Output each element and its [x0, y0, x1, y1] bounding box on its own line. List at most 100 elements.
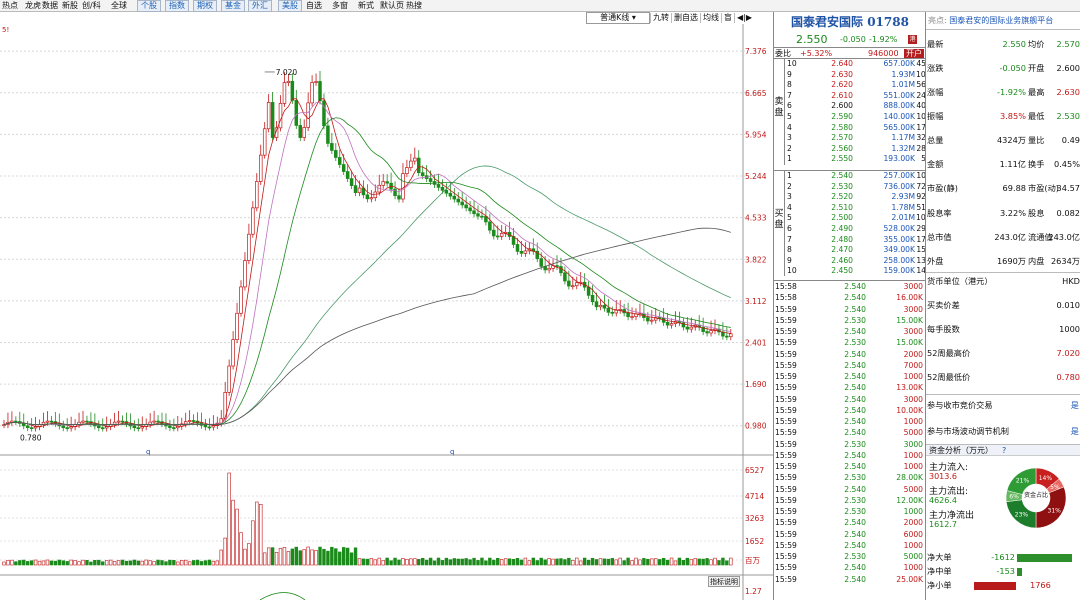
- book-row[interactable]: 10 2.640 657.00K 45: [785, 59, 926, 70]
- pie-center-label: 资金占比: [1024, 491, 1048, 499]
- candle-body: [262, 128, 267, 156]
- book-row[interactable]: 8 2.470 349.00K 15: [785, 245, 926, 256]
- volume-bar: [397, 559, 401, 566]
- candle-body: [729, 333, 733, 338]
- candle-body: [61, 425, 65, 429]
- tick-price: 2.540: [844, 450, 866, 460]
- level-number: 2: [787, 143, 792, 153]
- book-row[interactable]: 6 2.490 528.00K 29: [785, 224, 926, 235]
- tick-price: 2.540: [844, 428, 866, 438]
- tick-volume: 1000: [903, 540, 923, 550]
- volume-bar: [132, 559, 137, 566]
- indicator-help-button[interactable]: 指标说明: [708, 576, 740, 587]
- candle-body: [207, 426, 212, 429]
- volume-bar: [622, 560, 626, 566]
- hk-market-icon: 港: [908, 35, 917, 44]
- book-row[interactable]: 5 2.590 140.00K 10: [785, 112, 926, 123]
- book-row[interactable]: 3 2.520 2.93M 92: [785, 192, 926, 203]
- candle-body: [385, 181, 389, 184]
- candle-body: [665, 321, 670, 326]
- info-label: 买卖价差: [927, 300, 960, 310]
- candle-body: [314, 81, 318, 83]
- volume-bar: [45, 559, 50, 566]
- volume-bar: [507, 558, 512, 566]
- candle-body: [270, 102, 275, 138]
- book-row[interactable]: 6 2.600 888.00K 40: [785, 101, 926, 112]
- volume-bar: [128, 560, 133, 566]
- highlight-link[interactable]: 国泰君安的国际业务旗舰平台: [949, 16, 1053, 25]
- highlight-prefix: 亮点:: [928, 16, 947, 25]
- level-number: 5: [787, 213, 792, 223]
- book-row[interactable]: 92.6301.93M108: [785, 70, 926, 81]
- tick-time: 15:59: [775, 372, 797, 381]
- book-row[interactable]: 4 2.510 1.78M 51: [785, 203, 926, 214]
- tick-volume: 1000: [903, 372, 923, 381]
- divider: [926, 394, 1080, 395]
- stock-title: 国泰君安国际 01788: [791, 15, 909, 29]
- volume-bar: [199, 561, 204, 566]
- volume-bar: [661, 557, 666, 566]
- volume-axis-label: 百万: [745, 556, 760, 565]
- volume-bar: [357, 558, 362, 566]
- volume-bar: [381, 560, 385, 566]
- book-row[interactable]: 2 2.560 1.32M 28: [785, 144, 926, 155]
- level-number: 2: [787, 181, 792, 191]
- highlight-row: 亮点: 国泰君安的国际业务旗舰平台: [926, 12, 1080, 30]
- price-axis-label: 3.112: [745, 297, 767, 306]
- book-row[interactable]: 1 2.540 257.00K 10: [785, 171, 926, 182]
- candle-body: [120, 420, 125, 423]
- book-row[interactable]: 9 2.460 258.00K 13: [785, 256, 926, 267]
- candle-body: [650, 319, 654, 322]
- candle-body: [519, 251, 524, 254]
- candle-body: [602, 304, 607, 309]
- stat-value: 34.57: [1056, 183, 1080, 193]
- volume-bar: [251, 520, 255, 566]
- book-row[interactable]: 1 2.550 193.00K 5: [785, 154, 926, 165]
- tick-list[interactable]: 15:58 2.540 3000 15:58 2.540 16.00K 15:59 2.540…: [774, 280, 926, 585]
- weibi-row: 委比 +5.32% 946000 开户: [774, 47, 926, 59]
- candle-body: [365, 194, 370, 200]
- tick-volume: 5000: [903, 484, 923, 494]
- stat-value: 0.45%: [1053, 159, 1080, 169]
- kline-chart[interactable]: 7.376 6.665 5.954 5.244 4.533 3.822 3.112 2.401…: [0, 0, 773, 600]
- volume-bar: [717, 560, 721, 566]
- book-row[interactable]: 8 2.620 1.01M 56: [785, 80, 926, 91]
- book-row[interactable]: 3 2.570 1.17M 32: [785, 133, 926, 144]
- stat-value: 2.630: [1056, 87, 1080, 97]
- candle-body: [298, 125, 303, 138]
- stat-label: 市盈(动): [1028, 183, 1059, 193]
- level-volume: 257.00K: [883, 171, 915, 180]
- candle-body: [428, 178, 433, 182]
- volume-bar: [73, 560, 77, 566]
- stat-value: 1.11亿: [999, 159, 1026, 169]
- tick-volume: 13.00K: [896, 383, 923, 393]
- candle-body: [227, 365, 231, 393]
- book-row[interactable]: 52.5002.01M101: [785, 213, 926, 224]
- book-row[interactable]: 2 2.530 736.00K 72: [785, 182, 926, 193]
- book-row[interactable]: 7 2.610 551.00K 24: [785, 91, 926, 102]
- tick-time: 15:59: [775, 518, 797, 528]
- indicator-line: [259, 592, 306, 600]
- level-number: 7: [787, 234, 792, 244]
- high-label: 7.020: [276, 68, 298, 77]
- volume-bar: [657, 559, 662, 566]
- book-row[interactable]: 10 2.450 159.00K 14: [785, 266, 926, 277]
- level-price: 2.600: [831, 101, 853, 111]
- level-number: 9: [787, 69, 792, 79]
- volume-bar: [85, 560, 89, 566]
- tick-row: 15:59 2.540 7000: [774, 360, 926, 371]
- volume-bar: [725, 560, 729, 566]
- help-icon[interactable]: ?: [1002, 445, 1006, 456]
- volume-bar: [349, 552, 354, 566]
- book-row[interactable]: 4 2.580 565.00K 17: [785, 123, 926, 134]
- level-number: 6: [787, 223, 792, 233]
- book-row[interactable]: 7 2.480 355.00K 17: [785, 235, 926, 246]
- open-account-button[interactable]: 开户: [904, 49, 924, 58]
- candle-body: [338, 157, 342, 165]
- stat-value: 1690万: [996, 256, 1026, 266]
- level-volume: 1.93M: [891, 69, 915, 79]
- volume-bar: [294, 546, 298, 566]
- volume-bar: [286, 551, 291, 566]
- tick-time: 15:59: [775, 507, 797, 516]
- candle-body: [401, 173, 405, 200]
